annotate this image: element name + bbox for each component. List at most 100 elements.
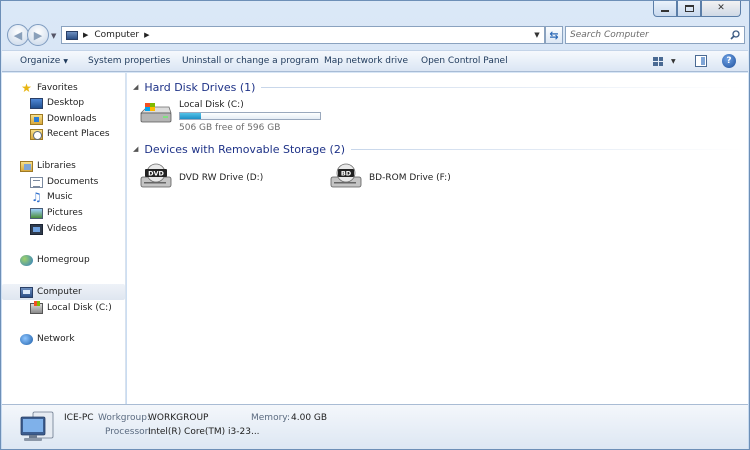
forward-button[interactable]: ▶ [27,24,49,46]
nav-label: Homegroup [37,255,90,265]
nav-item-libraries[interactable]: Libraries [20,158,76,174]
pictures-icon [30,207,43,219]
nav-item-favorites[interactable]: ★ Favorites [20,80,78,96]
nav-item-desktop[interactable]: Desktop [30,95,84,111]
nav-label: Recent Places [47,129,110,139]
recent-pages-dropdown-icon[interactable]: ▼ [51,32,56,46]
group-header-removable[interactable]: ◢ Devices with Removable Storage (2) [133,141,743,157]
breadcrumb-arrow-icon[interactable]: ▶ [144,31,149,39]
nav-item-pictures[interactable]: Pictures [30,205,83,221]
open-control-panel-button[interactable]: Open Control Panel [421,56,508,66]
nav-label: Favorites [37,83,78,93]
search-box[interactable] [565,26,745,44]
drive-name: Local Disk (C:) [179,100,244,110]
computer-icon [20,411,54,441]
collapse-group-icon[interactable]: ◢ [133,145,138,153]
workgroup-label: Workgroup: [98,413,150,423]
drive-dvd-rw-d[interactable]: DVD DVD RW Drive (D:) [139,163,319,197]
group-divider [351,148,743,150]
uninstall-program-button[interactable]: Uninstall or change a program [182,56,319,66]
nav-item-computer[interactable]: Computer [2,284,125,300]
nav-item-recent-places[interactable]: Recent Places [30,126,110,142]
nav-label: Libraries [37,161,76,171]
preview-pane-button[interactable] [695,55,707,67]
nav-label: Network [37,334,75,344]
minimize-button[interactable] [653,1,677,17]
downloads-icon [30,113,43,125]
system-properties-button[interactable]: System properties [88,56,170,66]
processor-label: Processor: [105,427,152,437]
nav-label: Downloads [47,114,97,124]
close-button[interactable]: ✕ [701,1,741,17]
dvd-logo-text: DVD [148,170,164,178]
processor-value: Intel(R) Core(TM) i3-23... [148,427,260,437]
workgroup-value: WORKGROUP [148,413,209,423]
nav-label: Computer [37,287,82,297]
nav-label: Pictures [47,208,83,218]
computer-icon [20,286,33,298]
change-view-button[interactable]: ▼ [653,55,681,68]
address-dropdown-icon[interactable]: ▼ [530,27,544,43]
breadcrumb-arrow-icon[interactable]: ▶ [83,31,88,39]
minimize-icon [661,10,669,12]
nav-label: Music [47,192,73,202]
collapse-group-icon[interactable]: ◢ [133,83,138,91]
bd-logo-text: BD [341,170,352,178]
drive-bd-rom-f[interactable]: BD BD-ROM Drive (F:) [329,163,509,197]
command-bar: Organize ▼ System properties Uninstall or… [2,50,748,72]
memory-label: Memory: [251,413,290,423]
nav-label: Local Disk (C:) [47,303,112,313]
back-arrow-icon: ◀ [13,28,23,42]
maximize-button[interactable] [677,1,701,17]
computer-name: ICE-PC [64,413,94,423]
navigation-pane: ★ Favorites Desktop Downloads Recent Plac… [2,73,126,404]
forward-arrow-icon: ▶ [33,28,43,42]
chevron-down-icon: ▼ [671,58,676,65]
address-bar[interactable]: ▶ Computer ▶ ▼ [61,26,545,44]
recent-places-icon [30,128,43,140]
caption-buttons: ✕ [653,1,741,17]
history-buttons: ◀ ▶ ▼ [7,24,56,46]
group-divider [261,86,743,88]
content-pane: ◢ Hard Disk Drives (1) Local Disk (C:) 5… [127,73,748,404]
refresh-button[interactable]: ⇆ [545,26,563,44]
music-icon: ♫ [31,189,42,204]
computer-icon [66,30,78,40]
nav-item-downloads[interactable]: Downloads [30,111,96,127]
nav-item-documents[interactable]: Documents [30,174,98,190]
memory-value: 4.00 GB [291,413,328,423]
videos-icon [30,223,43,235]
libraries-icon [20,160,33,172]
dvd-drive-icon: DVD [140,163,172,188]
nav-item-network[interactable]: Network [20,331,75,347]
explorer-window: ✕ ◀ ▶ ▼ ▶ Computer ▶ ▼ ⇆ Organize▼ Syste… [0,0,750,450]
group-header-hard-disks[interactable]: ◢ Hard Disk Drives (1) [133,79,743,95]
nav-item-videos[interactable]: Videos [30,221,77,237]
back-button[interactable]: ◀ [7,24,29,46]
refresh-icon: ⇆ [549,28,559,42]
homegroup-icon [20,254,33,266]
drive-usage-bar [179,112,321,120]
nav-item-local-disk[interactable]: Local Disk (C:) [30,300,112,316]
drive-name: DVD RW Drive (D:) [179,173,264,183]
drive-local-disk-c[interactable]: Local Disk (C:) 506 GB free of 596 GB [139,99,339,135]
nav-label: Documents [47,177,99,187]
drive-name: BD-ROM Drive (F:) [369,173,451,183]
breadcrumb-computer[interactable]: Computer [94,30,139,40]
nav-item-music[interactable]: ♫ Music [30,189,73,205]
star-icon: ★ [21,80,32,95]
nav-label: Desktop [47,98,85,108]
address-row: ◀ ▶ ▼ ▶ Computer ▶ ▼ ⇆ [7,23,745,49]
local-disk-icon [30,300,43,314]
hard-drive-icon [140,103,172,123]
search-input[interactable] [566,28,726,42]
search-icon[interactable] [730,30,740,40]
help-button[interactable]: ? [722,54,736,68]
organize-button[interactable]: Organize ▼ [20,56,68,66]
view-grid-icon [653,57,663,66]
bd-drive-icon: BD [330,163,362,188]
group-title: Devices with Removable Storage (2) [144,142,346,156]
network-icon [20,333,33,345]
nav-item-homegroup[interactable]: Homegroup [20,252,90,268]
map-network-drive-button[interactable]: Map network drive [324,56,408,66]
